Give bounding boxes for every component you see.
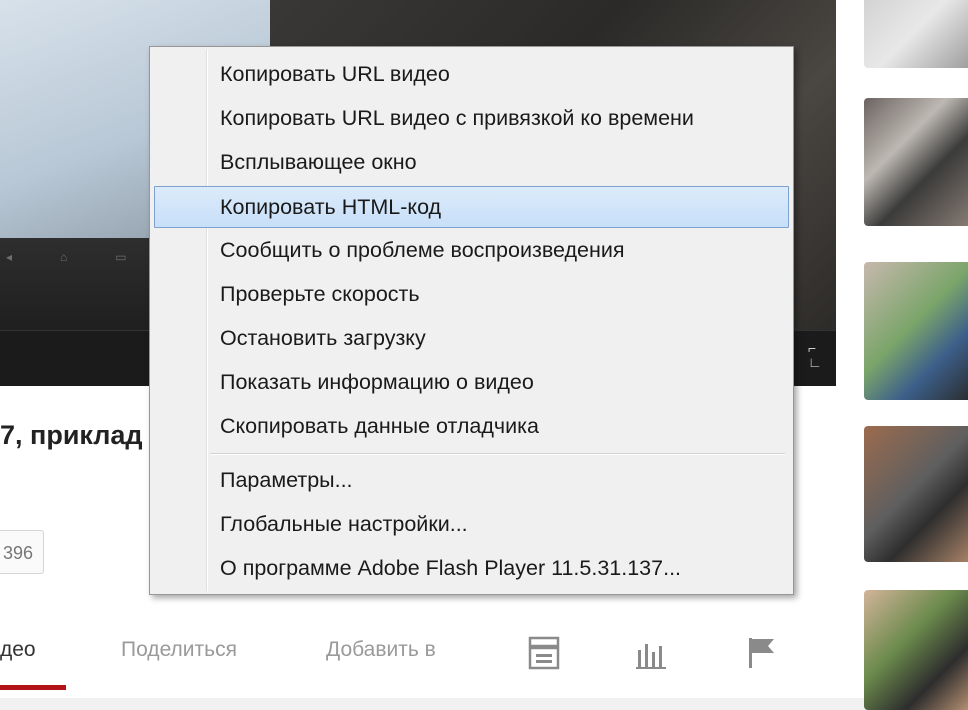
menu-item-label: Копировать URL видео	[220, 62, 450, 86]
menu-item-label: Копировать HTML-код	[220, 195, 442, 219]
menu-item-copy-embed-html[interactable]: Копировать HTML-код	[154, 186, 789, 228]
related-video-thumbnail[interactable]	[864, 590, 968, 710]
flash-context-menu: Копировать URL видео Копировать URL виде…	[149, 46, 794, 595]
tab-add-to[interactable]: Добавить в	[326, 638, 436, 662]
related-video-thumbnail[interactable]	[864, 98, 968, 226]
action-bar: део Поделиться Добавить в	[0, 618, 836, 698]
fullscreen-icon[interactable]: ⌐ ∟	[808, 341, 826, 371]
menu-item-label: Копировать URL видео с привязкой ко врем…	[220, 106, 694, 130]
menu-item-check-speed[interactable]: Проверьте скорость	[154, 274, 789, 314]
menu-item-popout[interactable]: Всплывающее окно	[154, 142, 789, 182]
stats-icon[interactable]	[636, 636, 668, 675]
active-tab-underline	[0, 685, 66, 690]
video-title: 7, приклад	[0, 420, 143, 450]
related-videos-sidebar	[836, 0, 968, 710]
tab-share[interactable]: Поделиться	[121, 638, 237, 662]
menu-item-label: Параметры...	[220, 468, 353, 492]
transcript-icon[interactable]	[528, 636, 560, 675]
menu-item-label: Глобальные настройки...	[220, 512, 468, 536]
flag-icon[interactable]	[746, 636, 778, 675]
menu-item-label: Сообщить о проблеме воспроизведения	[220, 238, 625, 262]
menu-item-show-video-info[interactable]: Показать информацию о видео	[154, 362, 789, 402]
view-count: 396	[0, 530, 44, 574]
related-video-thumbnail[interactable]	[864, 426, 968, 562]
menu-item-label: Проверьте скорость	[220, 282, 420, 306]
menu-item-copy-debug-info[interactable]: Скопировать данные отладчика	[154, 406, 789, 446]
related-video-thumbnail[interactable]	[864, 262, 968, 400]
menu-item-copy-video-url[interactable]: Копировать URL видео	[154, 54, 789, 94]
tab-video[interactable]: део	[0, 638, 36, 662]
menu-item-about-flash-player[interactable]: О программе Adobe Flash Player 11.5.31.1…	[154, 548, 789, 588]
menu-item-label: Всплывающее окно	[220, 150, 417, 174]
menu-item-label: Скопировать данные отладчика	[220, 414, 539, 438]
menu-item-stop-download[interactable]: Остановить загрузку	[154, 318, 789, 358]
menu-item-label: О программе Adobe Flash Player 11.5.31.1…	[220, 556, 682, 580]
menu-item-report-playback-issue[interactable]: Сообщить о проблеме воспроизведения	[154, 230, 789, 270]
menu-item-global-settings[interactable]: Глобальные настройки...	[154, 504, 789, 544]
menu-item-label: Показать информацию о видео	[220, 370, 534, 394]
menu-item-label: Остановить загрузку	[220, 326, 426, 350]
menu-item-copy-video-url-at-time[interactable]: Копировать URL видео с привязкой ко врем…	[154, 98, 789, 138]
menu-separator	[210, 453, 785, 455]
related-video-thumbnail[interactable]	[864, 0, 968, 68]
menu-item-settings[interactable]: Параметры...	[154, 460, 789, 500]
